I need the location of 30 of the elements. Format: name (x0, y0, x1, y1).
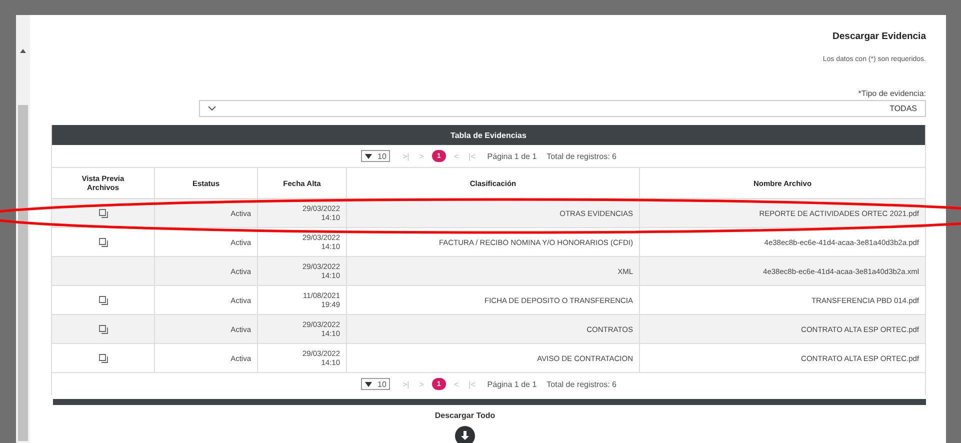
record-count: Total de registros: 6 (546, 380, 616, 388)
page-size-select[interactable]: 10 (360, 378, 390, 390)
field-label: *Tipo de evidencia: (858, 89, 926, 98)
preview-icon[interactable] (98, 208, 108, 218)
download-icon[interactable] (455, 426, 475, 443)
download-all-label: Descargar Todo (434, 411, 496, 420)
caret-icon (364, 154, 372, 158)
page-info: Página 1 de 1 (487, 380, 537, 388)
preview-icon[interactable] (98, 324, 108, 334)
first-page-button[interactable]: |< (466, 380, 478, 388)
preview-icon[interactable] (98, 238, 108, 246)
table-title: Tabla de Evidencias (52, 125, 925, 145)
next-page-button[interactable]: > (417, 152, 426, 160)
record-count: Total de registros: 6 (546, 152, 616, 160)
next-page-button[interactable]: > (417, 380, 426, 388)
chevron-down-icon (208, 106, 216, 111)
page-size-select[interactable]: 10 (360, 150, 390, 162)
first-page-button[interactable]: |< (466, 152, 478, 160)
dialog-title: Descargar Evidencia (832, 31, 926, 42)
previous-page-button[interactable]: < (452, 152, 461, 160)
last-page-button[interactable]: >| (400, 152, 412, 160)
scrollbar[interactable] (16, 15, 30, 443)
last-page-button[interactable]: >| (400, 380, 412, 388)
preview-icon[interactable] (98, 354, 108, 362)
evidence-type-select[interactable]: TODAS (199, 100, 926, 117)
scroll-up-icon[interactable] (20, 49, 26, 53)
previous-page-button[interactable]: < (452, 380, 461, 388)
page-info: Página 1 de 1 (487, 152, 537, 160)
caret-icon (364, 382, 372, 386)
preview-icon[interactable] (98, 296, 108, 304)
